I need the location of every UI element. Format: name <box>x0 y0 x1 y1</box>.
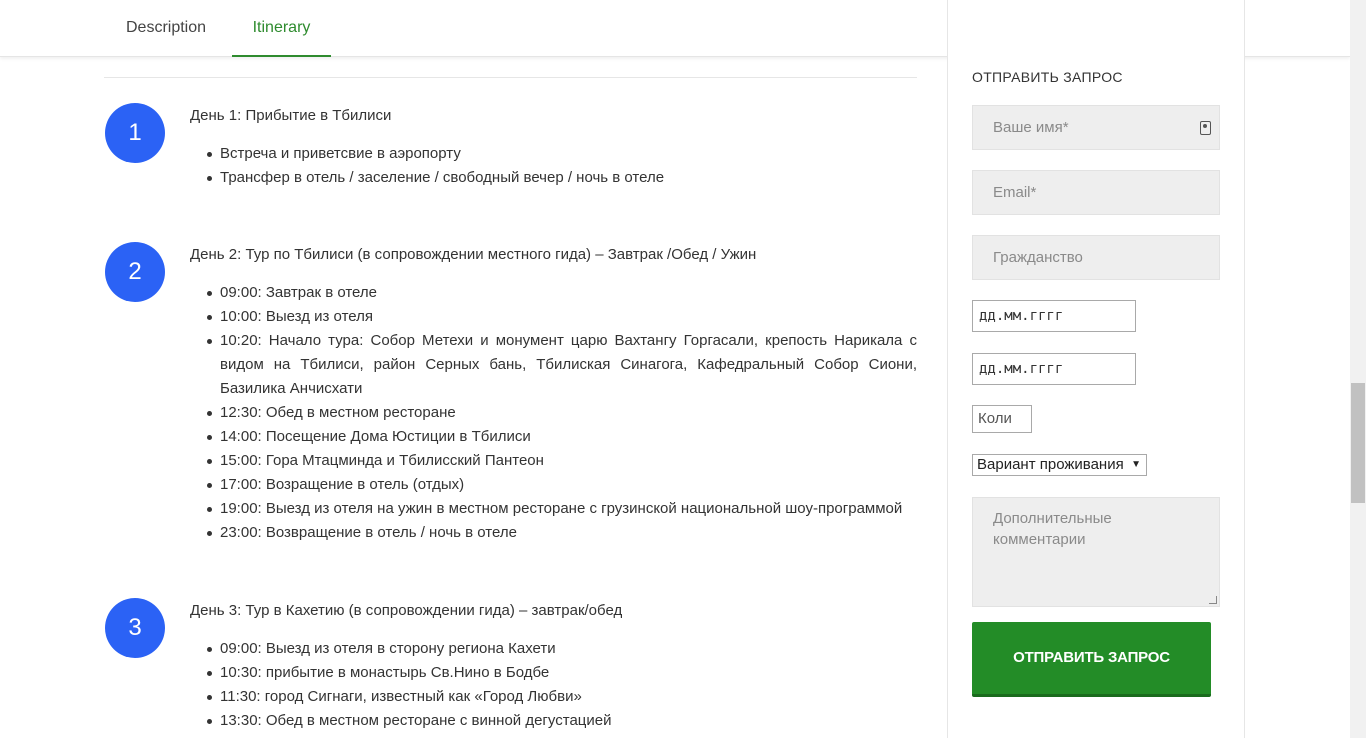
day-activity-list: 09:00: Завтрак в отеле 10:00: Выезд из о… <box>190 281 917 545</box>
list-item: 12:30: Обед в местном ресторане <box>190 401 917 425</box>
list-item: 13:30: Обед в местном ресторане с винной… <box>190 709 917 733</box>
list-item: 10:00: Выезд из отеля <box>190 305 917 329</box>
comments-textarea[interactable]: Дополнительные комментарии <box>972 497 1220 607</box>
list-item: Встреча и приветсвие в аэропорту <box>190 142 917 166</box>
date-from-input[interactable]: дд.мм.гггг <box>972 300 1136 332</box>
date-to-input[interactable]: дд.мм.гггг <box>972 353 1136 385</box>
scrollbar-thumb[interactable] <box>1351 383 1365 503</box>
email-field[interactable]: Email* <box>972 170 1220 215</box>
resize-handle-icon[interactable] <box>1209 596 1217 604</box>
day-number-badge: 1 <box>105 103 165 163</box>
name-placeholder: Ваше имя* <box>993 119 1069 136</box>
page-scrollbar[interactable] <box>1350 0 1366 738</box>
list-item: 17:00: Возращение в отель (отдых) <box>190 473 917 497</box>
day-activity-list: 09:00: Выезд из отеля в сторону региона … <box>190 637 917 733</box>
list-item: 10:20: Начало тура: Собор Метехи и монум… <box>190 329 917 401</box>
day-number-badge: 2 <box>105 242 165 302</box>
list-item: 15:00: Гора Мтацминда и Тбилисский Панте… <box>190 449 917 473</box>
comments-placeholder: Дополнительные комментарии <box>993 510 1112 548</box>
list-item: 09:00: Выезд из отеля в сторону региона … <box>190 637 917 661</box>
tab-itinerary[interactable]: Itinerary <box>232 0 331 57</box>
content-divider <box>104 77 917 78</box>
accommodation-select[interactable]: Вариант проживания ▼ <box>972 454 1147 476</box>
list-item: Трансфер в отель / заселение / свободный… <box>190 166 917 190</box>
form-title: ОТПРАВИТЬ ЗАПРОС <box>972 69 1123 85</box>
submit-request-button[interactable]: ОТПРАВИТЬ ЗАПРОС <box>972 622 1211 697</box>
guest-count-input[interactable]: Коли <box>972 405 1032 433</box>
list-item: 14:00: Посещение Дома Юстиции в Тбилиси <box>190 425 917 449</box>
list-item: 19:00: Выезд из отеля на ужин в местном … <box>190 497 917 521</box>
name-field[interactable]: Ваше имя* <box>972 105 1220 150</box>
list-item: 11:30: город Сигнаги, известный как «Гор… <box>190 685 917 709</box>
day-title: День 3: Тур в Кахетию (в сопровождении г… <box>190 602 623 619</box>
list-item: 09:00: Завтрак в отеле <box>190 281 917 305</box>
day-activity-list: Встреча и приветсвие в аэропорту Трансфе… <box>190 142 917 190</box>
tab-description[interactable]: Description <box>104 0 228 57</box>
day-title: День 1: Прибытие в Тбилиси <box>190 107 392 124</box>
chevron-down-icon: ▼ <box>1131 459 1141 470</box>
contact-card-icon <box>1200 121 1211 135</box>
request-form-sidebar: ОТПРАВИТЬ ЗАПРОС Ваше имя* Email* Гражда… <box>947 0 1245 738</box>
citizenship-field[interactable]: Гражданство <box>972 235 1220 280</box>
day-title: День 2: Тур по Тбилиси (в сопровождении … <box>190 246 757 263</box>
list-item: 10:30: прибытие в монастырь Св.Нино в Бо… <box>190 661 917 685</box>
day-number-badge: 3 <box>105 598 165 658</box>
accommodation-selected: Вариант проживания <box>977 456 1124 473</box>
list-item: 23:00: Возвращение в отель / ночь в отел… <box>190 521 917 545</box>
